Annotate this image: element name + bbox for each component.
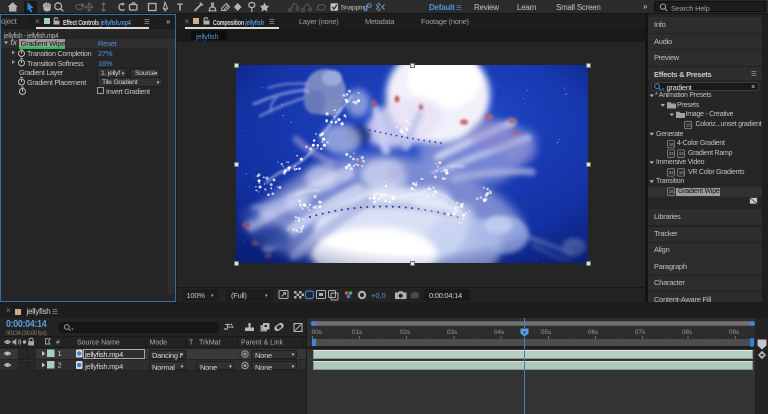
svg-text:#: # [56, 340, 60, 347]
svg-text:04s: 04s [494, 329, 504, 336]
svg-text:01s: 01s [352, 329, 362, 336]
svg-text:05s: 05s [541, 329, 551, 336]
svg-text:06s: 06s [588, 329, 598, 336]
svg-text:1: 1 [58, 349, 62, 358]
svg-text:+0,0: +0,0 [371, 291, 386, 300]
svg-text:16: 16 [669, 142, 675, 147]
svg-text:Parent & Link: Parent & Link [241, 340, 284, 347]
svg-text:07s: 07s [635, 329, 645, 336]
svg-text:03s: 03s [447, 329, 457, 336]
svg-text:16: 16 [686, 123, 692, 128]
svg-text:T: T [189, 340, 194, 347]
svg-text:32: 32 [669, 170, 675, 175]
svg-text:32: 32 [669, 151, 675, 156]
svg-text:08s: 08s [682, 329, 692, 336]
svg-text:16: 16 [679, 151, 685, 156]
svg-text:TrkMat: TrkMat [199, 340, 221, 347]
svg-text:T: T [177, 3, 183, 14]
svg-text::00s: :00s [310, 329, 322, 336]
svg-text:Source Name: Source Name [77, 340, 120, 347]
svg-text:16: 16 [669, 189, 675, 194]
svg-text:Mode: Mode [150, 340, 168, 347]
svg-text:16: 16 [679, 170, 685, 175]
svg-text:fx: fx [11, 38, 18, 47]
svg-text:2: 2 [58, 361, 62, 370]
svg-text:02s: 02s [400, 329, 410, 336]
svg-text:09s: 09s [729, 329, 739, 336]
